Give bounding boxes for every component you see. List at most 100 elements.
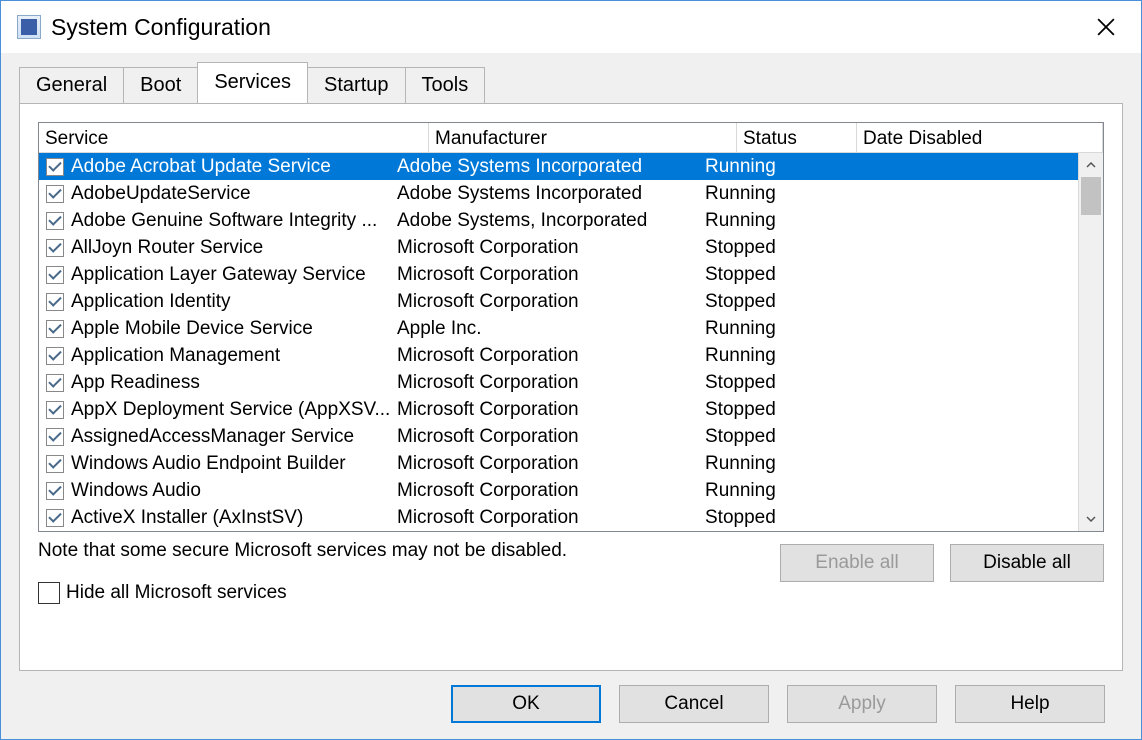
close-button[interactable] <box>1083 9 1129 45</box>
app-icon <box>17 15 41 39</box>
service-checkbox[interactable] <box>46 401 64 419</box>
service-manufacturer: Adobe Systems Incorporated <box>397 183 705 205</box>
service-row[interactable]: ActiveX Installer (AxInstSV)Microsoft Co… <box>39 504 1078 531</box>
service-status: Stopped <box>705 507 825 529</box>
ok-button[interactable]: OK <box>451 685 601 723</box>
scroll-down-arrow[interactable] <box>1079 507 1103 531</box>
listview-header: Service Manufacturer Status Date Disable… <box>39 123 1103 153</box>
service-manufacturer: Adobe Systems Incorporated <box>397 156 705 178</box>
service-manufacturer: Microsoft Corporation <box>397 345 705 367</box>
column-header-status[interactable]: Status <box>737 123 857 152</box>
below-list-area: Note that some secure Microsoft services… <box>38 538 1104 604</box>
services-listview[interactable]: Service Manufacturer Status Date Disable… <box>38 122 1104 532</box>
service-checkbox[interactable] <box>46 374 64 392</box>
service-checkbox[interactable] <box>46 320 64 338</box>
service-manufacturer: Apple Inc. <box>397 318 705 340</box>
tab-startup[interactable]: Startup <box>307 67 405 104</box>
tab-general[interactable]: General <box>19 67 124 104</box>
service-name: Windows Audio <box>71 480 397 502</box>
service-name: AllJoyn Router Service <box>71 237 397 259</box>
service-name: AdobeUpdateService <box>71 183 397 205</box>
apply-button[interactable]: Apply <box>787 685 937 723</box>
service-checkbox[interactable] <box>46 158 64 176</box>
service-name: AppX Deployment Service (AppXSV... <box>71 399 397 421</box>
service-row[interactable]: Adobe Genuine Software Integrity ...Adob… <box>39 207 1078 234</box>
service-checkbox[interactable] <box>46 455 64 473</box>
service-row[interactable]: Windows AudioMicrosoft CorporationRunnin… <box>39 477 1078 504</box>
service-status: Running <box>705 345 825 367</box>
service-name: Application Management <box>71 345 397 367</box>
service-status: Stopped <box>705 426 825 448</box>
services-tabpanel: Service Manufacturer Status Date Disable… <box>19 103 1123 671</box>
hide-ms-services-label: Hide all Microsoft services <box>66 582 287 604</box>
service-manufacturer: Microsoft Corporation <box>397 480 705 502</box>
service-row[interactable]: AssignedAccessManager ServiceMicrosoft C… <box>39 423 1078 450</box>
service-manufacturer: Microsoft Corporation <box>397 372 705 394</box>
titlebar: System Configuration <box>1 1 1141 53</box>
tab-tools[interactable]: Tools <box>405 67 486 104</box>
listview-body: Adobe Acrobat Update ServiceAdobe System… <box>39 153 1103 531</box>
service-checkbox[interactable] <box>46 239 64 257</box>
vertical-scrollbar[interactable] <box>1078 153 1103 531</box>
service-name: Application Identity <box>71 291 397 313</box>
service-name: AssignedAccessManager Service <box>71 426 397 448</box>
client-area: GeneralBootServicesStartupTools Service … <box>1 53 1141 739</box>
service-checkbox[interactable] <box>46 482 64 500</box>
service-checkbox[interactable] <box>46 509 64 527</box>
service-status: Running <box>705 183 825 205</box>
service-checkbox[interactable] <box>46 212 64 230</box>
service-name: ActiveX Installer (AxInstSV) <box>71 507 397 529</box>
system-configuration-window: System Configuration GeneralBootServices… <box>0 0 1142 740</box>
enable-all-button[interactable]: Enable all <box>780 544 934 582</box>
help-button[interactable]: Help <box>955 685 1105 723</box>
service-name: Apple Mobile Device Service <box>71 318 397 340</box>
service-manufacturer: Microsoft Corporation <box>397 291 705 313</box>
tab-services[interactable]: Services <box>197 62 308 103</box>
service-row[interactable]: AllJoyn Router ServiceMicrosoft Corporat… <box>39 234 1078 261</box>
service-row[interactable]: Application Layer Gateway ServiceMicroso… <box>39 261 1078 288</box>
service-name: Application Layer Gateway Service <box>71 264 397 286</box>
chevron-down-icon <box>1086 516 1096 522</box>
service-status: Running <box>705 210 825 232</box>
column-header-date-disabled[interactable]: Date Disabled <box>857 123 1103 152</box>
column-header-service[interactable]: Service <box>39 123 429 152</box>
service-name: App Readiness <box>71 372 397 394</box>
service-row[interactable]: Application ManagementMicrosoft Corporat… <box>39 342 1078 369</box>
service-name: Adobe Acrobat Update Service <box>71 156 397 178</box>
scrollbar-thumb[interactable] <box>1081 177 1101 215</box>
service-checkbox[interactable] <box>46 428 64 446</box>
service-manufacturer: Microsoft Corporation <box>397 453 705 475</box>
close-icon <box>1097 18 1115 36</box>
tabstrip: GeneralBootServicesStartupTools <box>19 63 1123 103</box>
service-checkbox[interactable] <box>46 347 64 365</box>
service-manufacturer: Microsoft Corporation <box>397 426 705 448</box>
service-status: Running <box>705 453 825 475</box>
tab-boot[interactable]: Boot <box>123 67 198 104</box>
service-status: Running <box>705 156 825 178</box>
service-row[interactable]: Windows Audio Endpoint BuilderMicrosoft … <box>39 450 1078 477</box>
service-checkbox[interactable] <box>46 185 64 203</box>
service-row[interactable]: AdobeUpdateServiceAdobe Systems Incorpor… <box>39 180 1078 207</box>
service-row[interactable]: Application IdentityMicrosoft Corporatio… <box>39 288 1078 315</box>
chevron-up-icon <box>1086 162 1096 168</box>
hide-ms-services-checkbox[interactable] <box>38 582 60 604</box>
service-status: Stopped <box>705 264 825 286</box>
service-row[interactable]: Adobe Acrobat Update ServiceAdobe System… <box>39 153 1078 180</box>
disable-all-button[interactable]: Disable all <box>950 544 1104 582</box>
service-row[interactable]: App ReadinessMicrosoft CorporationStoppe… <box>39 369 1078 396</box>
scrollbar-track[interactable] <box>1079 177 1103 507</box>
service-checkbox[interactable] <box>46 293 64 311</box>
scroll-up-arrow[interactable] <box>1079 153 1103 177</box>
cancel-button[interactable]: Cancel <box>619 685 769 723</box>
service-row[interactable]: Apple Mobile Device ServiceApple Inc.Run… <box>39 315 1078 342</box>
service-row[interactable]: AppX Deployment Service (AppXSV...Micros… <box>39 396 1078 423</box>
service-manufacturer: Microsoft Corporation <box>397 237 705 259</box>
hide-ms-services-row[interactable]: Hide all Microsoft services <box>38 582 780 604</box>
service-checkbox[interactable] <box>46 266 64 284</box>
service-manufacturer: Microsoft Corporation <box>397 507 705 529</box>
service-manufacturer: Adobe Systems, Incorporated <box>397 210 705 232</box>
window-title: System Configuration <box>51 14 1083 41</box>
service-name: Windows Audio Endpoint Builder <box>71 453 397 475</box>
column-header-manufacturer[interactable]: Manufacturer <box>429 123 737 152</box>
note-text: Note that some secure Microsoft services… <box>38 540 780 562</box>
